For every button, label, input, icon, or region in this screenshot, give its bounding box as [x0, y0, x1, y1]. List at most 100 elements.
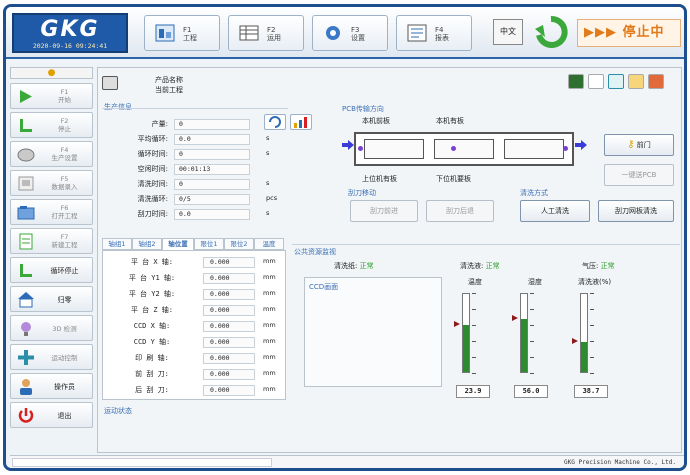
prod-value: 00:01:13 [174, 164, 250, 175]
axis-value: 0.000 [203, 337, 255, 348]
tab-axis-position[interactable]: 轴位置 [162, 238, 194, 250]
tab-limit-1[interactable]: 限位1 [194, 238, 224, 250]
sidebar-item-exit[interactable]: 退出 [10, 402, 93, 428]
open-project-icon [17, 206, 35, 220]
feed-pcb-button[interactable]: 一键送PCB [604, 164, 674, 186]
lower-board-label: 下位机要板 [436, 175, 471, 183]
sidebar-item-key: F1 [60, 88, 69, 96]
axis-row: 前 刮 刀: 0.000 mm [135, 369, 276, 380]
gauge-tick [590, 373, 594, 374]
move-icon[interactable] [608, 74, 624, 89]
top-toolbar: GKG 2020-09-16 09:24:41 F1 工程 F2 运用 F3 设置 F… [6, 7, 684, 59]
gauge-marker [454, 321, 460, 328]
status-bar: GKG Precision Machine Co., Ltd. [10, 455, 684, 468]
sidebar-item-label: 运动控制 [51, 354, 78, 362]
project-icon [155, 24, 175, 42]
prod-row: 刮刀时间: 0.0 s [137, 209, 270, 220]
gauge-tick [590, 341, 594, 342]
cleaning-paper-status: 清洗纸: 正常 [334, 262, 374, 270]
prod-row: 循环时间: 0 s [137, 149, 270, 160]
refresh-icon[interactable] [533, 15, 569, 49]
run-status-indicator: ▶▶▶ 停止中 [577, 19, 681, 47]
lock-icon[interactable] [628, 74, 644, 89]
manual-clean-button[interactable]: 人工清洗 [520, 200, 590, 222]
sidebar-item-cycle-stop[interactable]: 循环停止 [10, 257, 93, 283]
axis-row: 平 台 X 轴: 0.000 mm [130, 257, 276, 268]
current-project-label: 当前工程 [155, 86, 183, 94]
sidebar-item-stop[interactable]: F2 停止 [10, 112, 93, 138]
sidebar-item-label: 退出 [57, 412, 72, 420]
arrow-right-icon [342, 140, 354, 150]
data-entry-icon [18, 176, 34, 191]
toolbar-button-project[interactable]: F1 工程 [144, 15, 220, 51]
play-icon [20, 90, 32, 103]
blade-move-title: 刮刀移动 [348, 189, 376, 197]
sidebar-item-new-project[interactable]: F7 新建工程 [10, 228, 93, 254]
language-button[interactable]: 中文 [493, 19, 523, 45]
sidebar-item-label: 3D 检测 [52, 325, 77, 333]
program-icon [102, 76, 118, 90]
pcb-board-right [504, 139, 564, 159]
sidebar-item-data-entry[interactable]: F5 数据录入 [10, 170, 93, 196]
pcb-board-center [434, 139, 494, 159]
grid-icon[interactable] [588, 74, 604, 89]
sidebar-item-label: 开始 [58, 96, 71, 104]
humidity-gauge [508, 293, 548, 378]
gauge-tick [590, 325, 594, 326]
sidebar-item-motion-control[interactable]: 运动控制 [10, 344, 93, 370]
humidity-title: 湿度 [528, 278, 542, 286]
toolbar-button-report[interactable]: F4 报表 [396, 15, 472, 51]
sidebar-item-start[interactable]: F1 开始 [10, 83, 93, 109]
humidity-value: 56.0 [514, 385, 548, 398]
alarm-icon[interactable] [648, 74, 664, 89]
statistics-button[interactable] [290, 114, 312, 130]
axis-row: 印 刷 轴: 0.000 mm [135, 353, 276, 364]
prod-row: 产量: 0 [110, 119, 284, 132]
upper-board-label: 上位机有板 [362, 175, 397, 183]
axis-value: 0.000 [203, 321, 255, 332]
sidebar-item-label: 归零 [57, 296, 72, 304]
tab-axis-group-1[interactable]: 轴组1 [102, 238, 132, 250]
product-name-label: 产品名称 [155, 76, 183, 84]
axis-row: 平 台 Z 轴: 0.000 mm [130, 305, 276, 316]
app-window: GKG 2020-09-16 09:24:41 F1 工程 F2 运用 F3 设置 F… [3, 4, 687, 471]
temperature-gauge [450, 293, 490, 378]
toolbar-button-run[interactable]: F2 运用 [228, 15, 304, 51]
motion-status-label: 运动状态 [104, 407, 132, 415]
prod-value: 0 [174, 119, 250, 130]
blade-forward-button[interactable]: 刮刀前进 [350, 200, 418, 222]
tab-axis-group-2[interactable]: 轴组2 [132, 238, 162, 250]
solvent-gauge [568, 293, 608, 378]
auto-clean-button[interactable]: 刮刀网板清洗 [598, 200, 674, 222]
gauge-tick [590, 309, 594, 310]
sensor-dot [358, 146, 363, 151]
monitor-title: 公共资源监视 [294, 248, 336, 256]
new-project-icon [19, 233, 33, 250]
sidebar-item-production-settings[interactable]: F4 生产设置 [10, 141, 93, 167]
board-present-label: 本机有板 [436, 117, 464, 125]
settings-icon [17, 148, 35, 162]
prod-value: 0.0 [174, 134, 250, 145]
gauge-tick [530, 357, 534, 358]
reset-counter-button[interactable] [264, 114, 286, 130]
sidebar-item-home[interactable]: 归零 [10, 286, 93, 312]
toolbar-button-settings-label: F3 设置 [351, 26, 365, 42]
cycle-stop-icon [20, 264, 32, 277]
gauge-tick [472, 293, 476, 294]
sidebar-item-open-project[interactable]: F6 打开工程 [10, 199, 93, 225]
gauge-fill [581, 341, 587, 372]
blade-back-button[interactable]: 刮刀后退 [426, 200, 494, 222]
front-door-button[interactable]: ⚷ 前门 [604, 134, 674, 156]
resource-monitor: 公共资源监视 清洗纸: 正常 CCD画面 清洗液: 正常 气压: 正常 温度 湿… [292, 244, 680, 404]
sidebar-item-operator[interactable]: 操作员 [10, 373, 93, 399]
monitor-icon[interactable] [568, 74, 584, 89]
toolbar-button-report-label: F4 报表 [435, 26, 449, 42]
conveyor-diagram [354, 132, 574, 166]
sidebar-item-3d-inspection[interactable]: 3D 检测 [10, 315, 93, 341]
toolbar-button-settings[interactable]: F3 设置 [312, 15, 388, 51]
tab-limit-2[interactable]: 限位2 [224, 238, 254, 250]
quick-tools [568, 74, 683, 90]
left-sidebar: ● F1 开始 F2 停止 F4 生产设置 F5 数据录入 F6 打开工程 F7 新建工程 … [10, 67, 93, 453]
pcb-transfer-panel: PCB传输方向 本机前板 本机有板 上位机有板 下位机要板 ⚷ 前门 一键送PC… [342, 105, 682, 236]
tab-temperature[interactable]: 温度 [254, 238, 284, 250]
